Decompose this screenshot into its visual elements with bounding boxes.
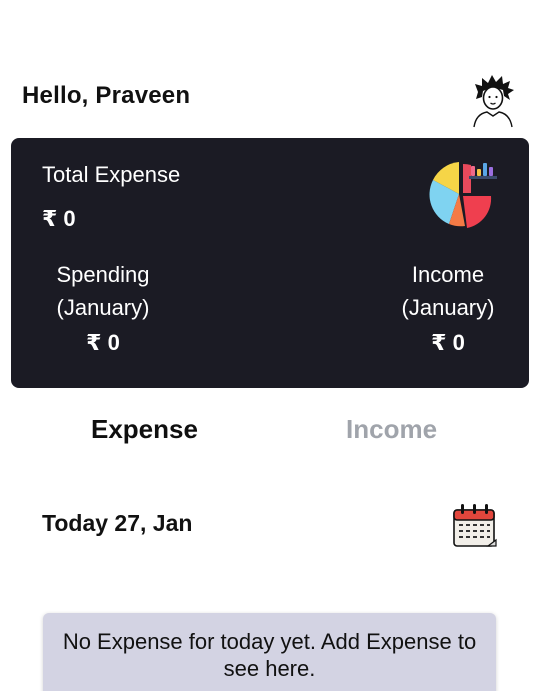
home-screen: Hello, Praveen Total Expense ₹ 0 Spendin…: [0, 0, 540, 691]
expense-summary-card: Total Expense ₹ 0 Spending (January) ₹ 0…: [11, 138, 529, 388]
current-date-label: Today 27, Jan: [42, 510, 193, 536]
pie-chart-icon: [421, 160, 501, 232]
spending-label: Spending: [56, 262, 150, 287]
total-expense-label: Total Expense: [42, 162, 181, 187]
income-value: ₹ 0: [431, 330, 465, 355]
income-stat: Income (January) ₹ 0: [378, 258, 518, 359]
greeting-text: Hello, Praveen: [22, 82, 191, 109]
transaction-tabs: Expense Income: [0, 414, 540, 454]
spending-period: (January): [56, 295, 150, 320]
tab-expense[interactable]: Expense: [91, 414, 198, 445]
empty-state-card: No Expense for today yet. Add Expense to…: [43, 613, 496, 691]
calendar-icon[interactable]: [452, 502, 498, 550]
spending-value: ₹ 0: [86, 330, 120, 355]
total-expense-value: ₹ 0: [42, 206, 76, 231]
tab-income[interactable]: Income: [346, 414, 437, 445]
income-period: (January): [401, 295, 495, 320]
user-avatar-icon[interactable]: [470, 72, 516, 128]
empty-state-message: No Expense for today yet. Add Expense to…: [62, 629, 477, 681]
spending-stat: Spending (January) ₹ 0: [33, 258, 173, 359]
income-label: Income: [411, 262, 485, 287]
